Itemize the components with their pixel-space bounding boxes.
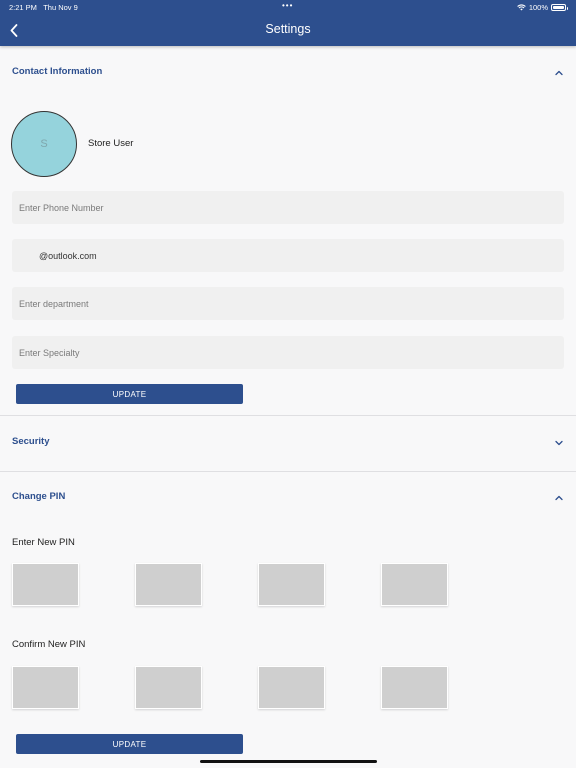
- security-section-header[interactable]: Security: [0, 423, 576, 463]
- chevron-up-icon: [555, 495, 563, 501]
- battery-percent: 100%: [528, 3, 548, 12]
- new-pin-digit-3[interactable]: [258, 563, 325, 606]
- page-title: Settings: [265, 22, 311, 36]
- new-pin-digit-4[interactable]: [381, 563, 448, 606]
- chevron-up-icon: [555, 70, 563, 76]
- navigation-bar: 2:21 PM Thu Nov 9 ••• 100% Settings: [0, 0, 576, 46]
- confirm-pin-label: Confirm New PIN: [12, 639, 86, 650]
- status-time: 2:21 PM Thu Nov 9: [9, 3, 78, 12]
- confirm-pin-digit-2[interactable]: [135, 666, 202, 709]
- avatar[interactable]: S: [11, 111, 77, 177]
- department-input[interactable]: [12, 287, 564, 320]
- contact-update-button[interactable]: UPDATE: [16, 384, 243, 404]
- change-pin-section-header[interactable]: Change PIN: [0, 478, 576, 518]
- contact-info-section-header[interactable]: Contact Information: [0, 53, 576, 93]
- avatar-initial: S: [40, 138, 48, 150]
- new-pin-digit-1[interactable]: [12, 563, 79, 606]
- email-field[interactable]: [12, 239, 564, 272]
- multitask-dots[interactable]: •••: [282, 1, 293, 10]
- battery-icon: [551, 4, 568, 11]
- phone-number-input[interactable]: [12, 191, 564, 224]
- change-pin-title: Change PIN: [12, 491, 66, 502]
- section-divider: [0, 471, 576, 472]
- new-pin-label: Enter New PIN: [12, 537, 75, 548]
- confirm-pin-digit-4[interactable]: [381, 666, 448, 709]
- security-title: Security: [12, 436, 50, 447]
- confirm-pin-digit-1[interactable]: [12, 666, 79, 709]
- confirm-pin-digit-3[interactable]: [258, 666, 325, 709]
- specialty-input[interactable]: [12, 336, 564, 369]
- home-indicator[interactable]: [200, 760, 377, 763]
- user-name: Store User: [88, 138, 134, 149]
- status-indicators: 100%: [517, 3, 568, 12]
- status-clock: 2:21 PM: [9, 3, 37, 12]
- status-date: Thu Nov 9: [43, 3, 78, 12]
- new-pin-digit-2[interactable]: [135, 563, 202, 606]
- wifi-icon: [517, 4, 526, 11]
- contact-info-title: Contact Information: [12, 66, 103, 77]
- section-divider: [0, 415, 576, 416]
- chevron-down-icon: [555, 440, 563, 446]
- pin-update-button[interactable]: UPDATE: [16, 734, 243, 754]
